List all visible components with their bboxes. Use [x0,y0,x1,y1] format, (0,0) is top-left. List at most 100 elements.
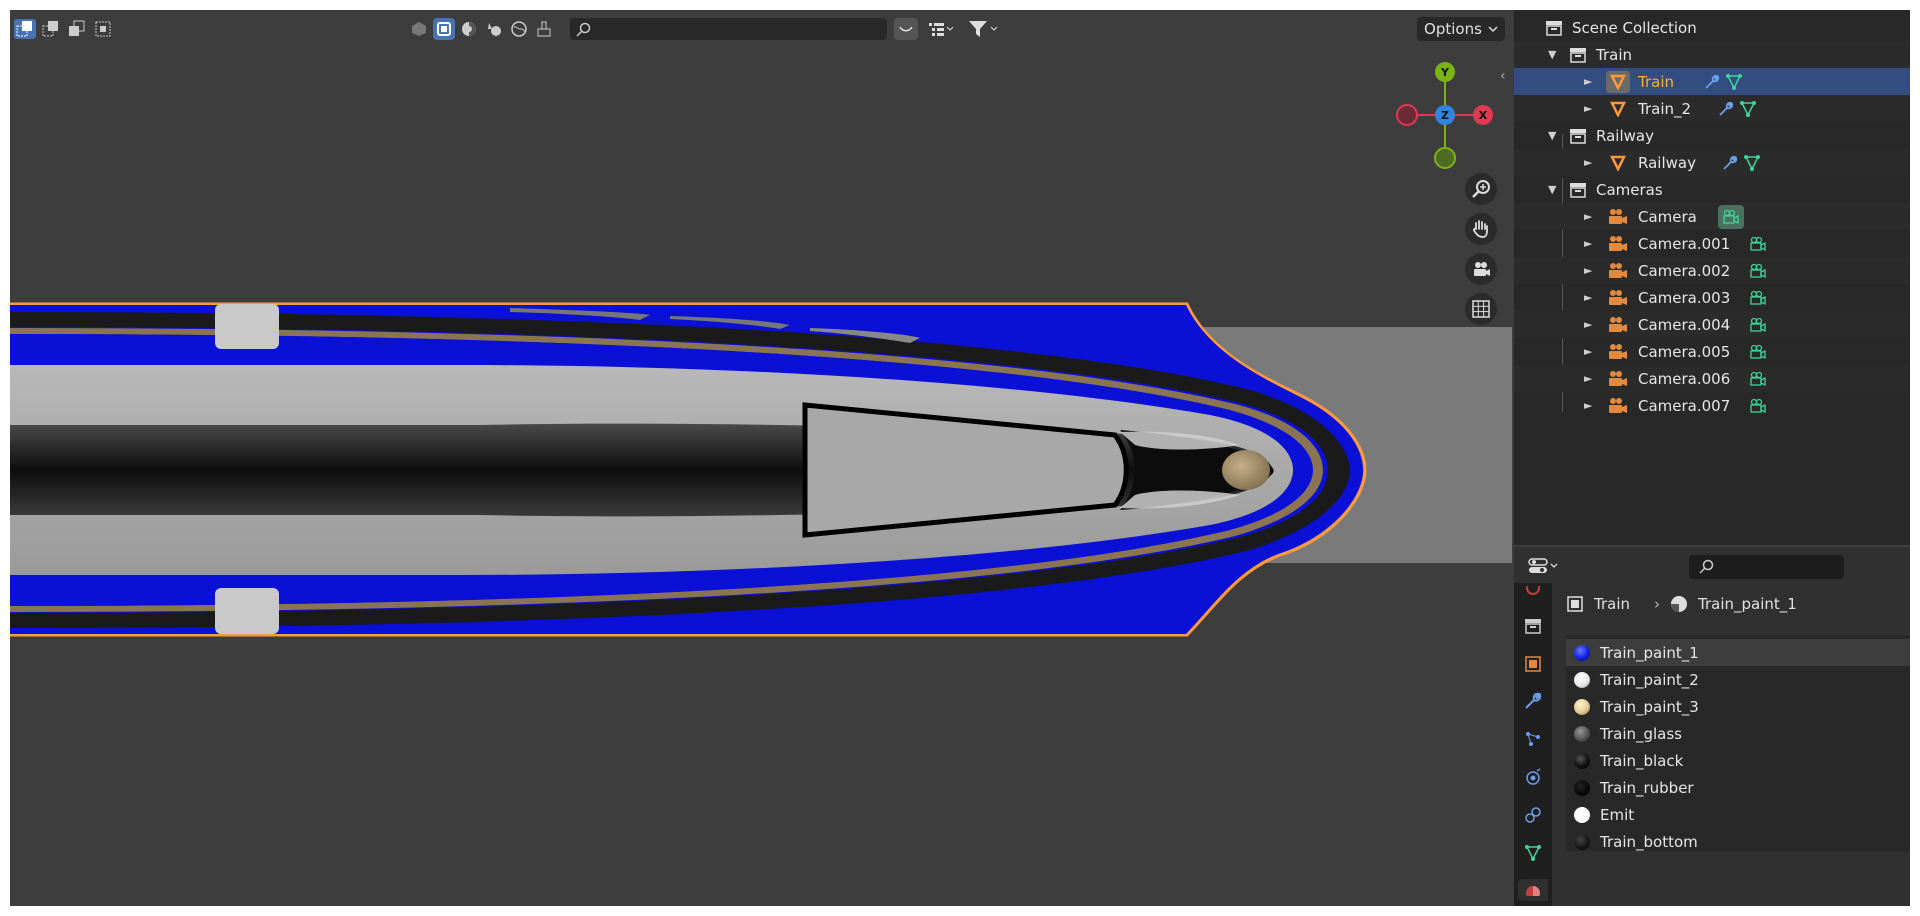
chevron-down-icon [1488,26,1498,33]
collection-tab-icon[interactable] [1522,615,1544,637]
wrench-modifier-icon[interactable] [1720,153,1740,173]
outliner-collection-train[interactable]: ▼ Train [1514,41,1910,68]
render-tab-icon[interactable] [1522,581,1544,603]
material-slot[interactable]: Train_paint_2 [1566,666,1910,693]
select-extend-icon[interactable] [40,19,62,39]
material-slot[interactable]: Train_paint_1 [1566,639,1910,666]
mesh-data-icon[interactable] [1742,153,1762,173]
navigation-gizmo[interactable]: Y X Z [1390,60,1500,180]
particles-tab-icon[interactable] [1522,728,1544,750]
outliner-object-railway[interactable]: ► Railway [1514,149,1910,176]
outliner-object-camera[interactable]: ► Camera.003 [1514,284,1910,311]
material-preview-icon[interactable] [458,18,480,40]
select-new-icon[interactable] [14,19,36,39]
expand-triangle-icon[interactable]: ► [1584,399,1592,412]
camera-data-icon[interactable] [1748,342,1768,362]
outliner-object-camera[interactable]: ► Camera [1514,203,1910,230]
blender-window: Options ‹ Y X Z Scene Collection ▼ Train… [10,10,1910,906]
xray-icon[interactable] [408,18,430,40]
wrench-modifier-icon[interactable] [1702,72,1722,92]
outliner-object-train[interactable]: ► Train [1514,68,1910,95]
viewport-search-field[interactable] [570,18,887,40]
material-tab-icon[interactable] [1518,879,1548,901]
object-tab-icon[interactable] [1522,653,1544,675]
filter-dropdown[interactable] [964,18,1002,40]
rendered-shading-icon[interactable] [483,18,505,40]
camera-data-icon[interactable] [1748,234,1768,254]
world-icon[interactable] [508,18,530,40]
properties-tab-bar [1514,583,1552,906]
funnel-icon [969,21,998,37]
camera-data-icon[interactable] [1718,204,1744,229]
sidebar-toggle-icon[interactable]: ‹ [1500,68,1506,84]
expand-triangle-icon[interactable]: ► [1584,291,1592,304]
gizmo-y-label: Y [1440,66,1450,79]
material-slot[interactable]: Train_rubber [1566,774,1910,801]
outliner-object-camera[interactable]: ► Camera.006 [1514,365,1910,392]
select-intersect-icon[interactable] [92,19,114,39]
properties-panel[interactable]: Train › Train_paint_1 Train_paint_1 Trai… [1514,547,1910,906]
material-slot-list[interactable]: Train_paint_1 Train_paint_2 Train_paint_… [1566,635,1910,851]
properties-editor-icon [1528,558,1548,573]
wrench-modifier-icon[interactable] [1716,99,1736,119]
viewport-scene[interactable] [10,10,1512,906]
material-slot[interactable]: Train_black [1566,747,1910,774]
camera-data-icon[interactable] [1748,315,1768,335]
expand-triangle-icon[interactable]: ► [1584,264,1592,277]
collection-icon [1568,180,1588,200]
material-slot[interactable]: Emit [1566,801,1910,828]
outliner-object-camera[interactable]: ► Camera.001 [1514,230,1910,257]
outliner-collection-cameras[interactable]: ▼ Cameras [1514,176,1910,203]
collapse-triangle-icon[interactable]: ▼ [1548,129,1556,142]
mesh-data-tab-icon[interactable] [1522,842,1544,864]
perspective-toggle-button[interactable] [1465,293,1497,325]
expand-triangle-icon[interactable]: ► [1584,318,1592,331]
select-subtract-icon[interactable] [66,19,88,39]
expand-triangle-icon[interactable]: ► [1584,102,1592,115]
options-dropdown[interactable]: Options [1417,17,1505,41]
expand-triangle-icon[interactable]: ► [1584,372,1592,385]
material-slot[interactable]: Train_glass [1566,720,1910,747]
modifier-tab-icon[interactable] [1522,690,1544,712]
physics-tab-icon[interactable] [1522,766,1544,788]
camera-data-icon[interactable] [1748,261,1768,281]
outliner-object-train-2[interactable]: ► Train_2 [1514,95,1910,122]
zoom-button[interactable] [1465,173,1497,205]
outliner-object-camera[interactable]: ► Camera.002 [1514,257,1910,284]
camera-data-icon[interactable] [1748,369,1768,389]
outliner-collection-railway[interactable]: ▼ Railway [1514,122,1910,149]
expand-triangle-icon[interactable]: ► [1584,237,1592,250]
tree-view-dropdown[interactable] [922,18,960,40]
outliner-scene-collection[interactable]: Scene Collection [1514,14,1910,41]
camera-data-icon[interactable] [1748,396,1768,416]
material-slot[interactable]: Train_bottom [1566,828,1910,855]
camera-data-icon[interactable] [1748,288,1768,308]
mesh-data-icon[interactable] [1738,99,1758,119]
gizmo-neg-x[interactable] [1396,104,1418,126]
brush-icon[interactable] [533,18,555,40]
expand-triangle-icon[interactable]: ► [1584,210,1592,223]
collapse-triangle-icon[interactable]: ▼ [1548,48,1556,61]
outliner-panel[interactable]: Scene Collection ▼ Train ► Train ► Train… [1514,10,1910,545]
outliner-object-camera[interactable]: ► Camera.005 [1514,338,1910,365]
solid-shading-icon[interactable] [433,18,455,40]
expand-triangle-icon[interactable]: ► [1584,345,1592,358]
expand-triangle-icon[interactable]: ► [1584,156,1592,169]
constraints-tab-icon[interactable] [1522,804,1544,826]
properties-search-field[interactable] [1689,555,1844,579]
options-label: Options [1424,20,1482,38]
expand-triangle-icon[interactable]: ► [1584,75,1592,88]
collapse-triangle-icon[interactable]: ▼ [1548,183,1556,196]
pan-button[interactable] [1465,213,1497,245]
filter-mode-dropdown[interactable] [894,18,918,40]
material-slot-label: Train_rubber [1600,778,1694,797]
gizmo-neg-y[interactable] [1434,147,1456,169]
outliner-object-camera[interactable]: ► Camera.007 [1514,392,1910,419]
camera-view-button[interactable] [1465,253,1497,285]
3d-viewport[interactable]: Options ‹ Y X Z [10,10,1512,906]
material-slot[interactable]: Train_paint_3 [1566,693,1910,720]
camera-object-icon [1608,315,1628,335]
editor-type-dropdown[interactable] [1528,555,1564,577]
mesh-data-icon[interactable] [1724,72,1744,92]
outliner-object-camera[interactable]: ► Camera.004 [1514,311,1910,338]
